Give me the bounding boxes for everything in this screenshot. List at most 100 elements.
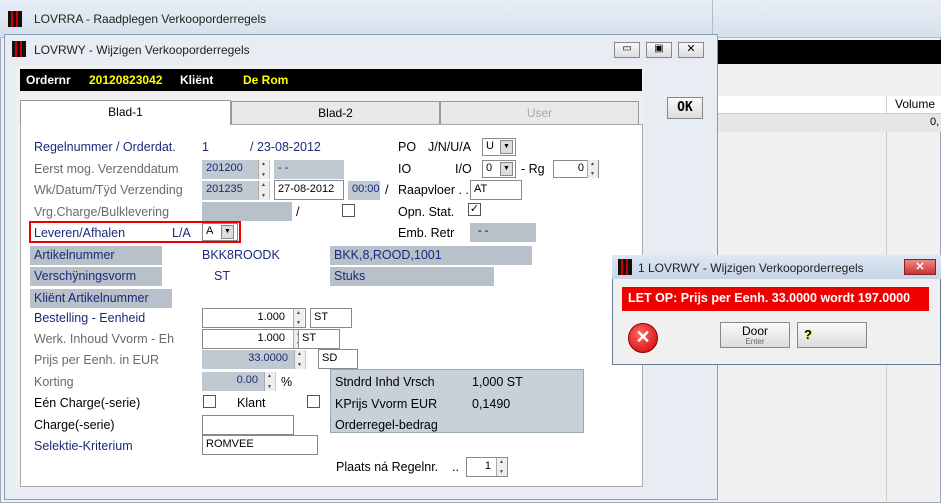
main-window-title: LOVRWY - Wijzigen Verkooporderregels [34, 43, 250, 57]
rg-label: - Rg [521, 162, 545, 176]
warning-message: LET OP: Prijs per Eenh. 33.0000 wordt 19… [622, 287, 929, 311]
charge-input[interactable] [202, 415, 294, 435]
een-charge-label: Eén Charge(-serie) [34, 396, 141, 410]
spinner-icon[interactable] [294, 350, 305, 369]
wk-slash: / [385, 183, 389, 197]
artikel-desc: BKK,8,ROOD,1001 [334, 248, 442, 262]
tab-blad-2[interactable]: Blad-2 [231, 101, 440, 125]
spinner-icon[interactable] [258, 160, 269, 179]
ordernr-value: 20120823042 [89, 73, 163, 87]
bestelling-unit[interactable]: ST [310, 308, 352, 328]
leveren-code: L/A [172, 226, 191, 240]
klant-label: Klant [237, 396, 266, 410]
artikel-value: BKK8ROODK [202, 248, 280, 262]
dialog-close-button[interactable]: ✕ [904, 259, 936, 275]
selektie-label: Selektie-Kriterium [34, 439, 133, 453]
wk-time: 00:00 [348, 181, 380, 200]
plaats-label: Plaats ná Regelnr. [336, 460, 439, 474]
eerst-date: - - [274, 160, 344, 179]
korting-label: Korting [34, 375, 74, 389]
orderdat-value: / 23-08-2012 [250, 140, 321, 154]
regelnummer-value: 1 [202, 140, 209, 154]
io-code: I/O [455, 162, 472, 176]
error-icon: ✕ [628, 323, 658, 353]
app-logo-icon [618, 259, 632, 275]
rg-value: 0 [577, 162, 584, 174]
bestelling-input[interactable]: 1.000 [202, 308, 306, 328]
werk-unit[interactable]: ST [298, 329, 340, 349]
tab-blad-1[interactable]: Blad-1 [20, 100, 231, 125]
background-header-bar [716, 40, 941, 64]
raapvloer-input[interactable]: AT [470, 180, 522, 200]
po-select-value: U [486, 140, 494, 152]
opn-stat-label: Opn. Stat. [398, 205, 455, 219]
emb-retr-label: Emb. Retr [398, 226, 455, 240]
grid-row[interactable] [716, 114, 941, 132]
prijs-label: Prijs per Eenh. in EUR [34, 353, 160, 367]
spinner-icon[interactable] [293, 309, 304, 327]
stndrd-label: Stndrd Inhd Vrsch [335, 375, 435, 389]
kprijs-label: KPrijs Vvorm EUR [335, 397, 438, 411]
vrg-checkbox[interactable] [342, 204, 355, 217]
grid-header-volume[interactable]: Volume [895, 97, 935, 111]
minimize-button[interactable]: ▭ [614, 42, 640, 58]
spinner-icon[interactable] [264, 372, 275, 391]
verschijning-label: Verschÿningsvorm [34, 269, 137, 283]
regelnummer-label: Regelnummer / Orderdat. [34, 140, 176, 154]
background-toolbar [716, 64, 941, 96]
stndrd-value: 1,000 ST [472, 375, 523, 389]
app-logo-icon [8, 11, 22, 27]
vrg-label: Vrg.Charge/Bulklevering [34, 205, 170, 219]
ordernr-label: Ordernr [26, 73, 71, 87]
io-select-value: 0 [486, 162, 493, 174]
client-value: De Rom [243, 73, 289, 87]
chevron-down-icon[interactable]: ▼ [500, 162, 513, 176]
wk-date-input[interactable]: 27-08-2012 [274, 180, 344, 200]
vrg-slash: / [296, 205, 300, 219]
help-icon: ? [804, 327, 812, 342]
prijs-unit[interactable]: SD [318, 349, 358, 369]
charge-label: Charge(-serie) [34, 418, 115, 432]
door-sub: Enter [745, 337, 765, 346]
dialog-title: 1 LOVRWY - Wijzigen Verkooporderregels [638, 261, 864, 275]
client-label: Kliënt [180, 73, 214, 87]
emb-retr-value: - - [470, 223, 536, 242]
close-button[interactable]: ✕ [678, 42, 704, 58]
bestelling-label: Bestelling - Eenheid [34, 311, 146, 325]
po-label: PO [398, 140, 417, 154]
io-label: IO [398, 162, 412, 176]
eerst-label: Eerst mog. Verzenddatum [34, 162, 179, 176]
titlebar-divider [712, 0, 713, 38]
door-button[interactable]: Door Enter [720, 322, 790, 348]
verschijning-value: ST [214, 269, 230, 283]
chevron-down-icon[interactable]: ▼ [221, 225, 234, 239]
wk-label: Wk/Datum/Tÿd Verzending [34, 183, 183, 197]
leveren-label: Leveren/Afhalen [34, 226, 126, 240]
werk-input[interactable]: 1.000 [202, 329, 306, 349]
prijs-value: 33.0000 [202, 350, 306, 369]
tab-user[interactable]: User [440, 101, 639, 125]
grid-cell-volume: 0, [930, 116, 940, 128]
spinner-icon[interactable] [258, 181, 269, 200]
klant-checkbox[interactable] [307, 395, 320, 408]
kprijs-value: 0,1490 [472, 397, 511, 411]
background-window-title: LOVRRA - Raadplegen Verkooporderregels [34, 12, 267, 26]
ok-button[interactable]: OK [667, 97, 703, 119]
spinner-icon[interactable] [496, 458, 507, 476]
vrg-field [202, 202, 292, 221]
klient-art-label: Kliënt Artikelnummer [34, 291, 149, 305]
opn-stat-checkbox[interactable]: ✓ [468, 203, 481, 216]
artikel-label: Artikelnummer [34, 248, 115, 262]
help-button[interactable]: ? [797, 322, 867, 348]
korting-unit: % [281, 375, 293, 389]
spinner-icon[interactable] [587, 160, 598, 178]
selektie-input[interactable]: ROMVEE [202, 435, 318, 455]
chevron-down-icon[interactable]: ▼ [500, 140, 513, 154]
orderregel-label: Orderregel-bedrag [335, 418, 438, 432]
raapvloer-label: Raapvloer . . [398, 183, 469, 197]
werk-label: Werk. Inhoud Vvorm - Eh [34, 332, 175, 346]
maximize-button[interactable]: ▣ [646, 42, 672, 58]
een-charge-checkbox[interactable] [203, 395, 216, 408]
po-code: J/N/U/A [428, 140, 472, 154]
app-logo-icon [12, 41, 26, 57]
